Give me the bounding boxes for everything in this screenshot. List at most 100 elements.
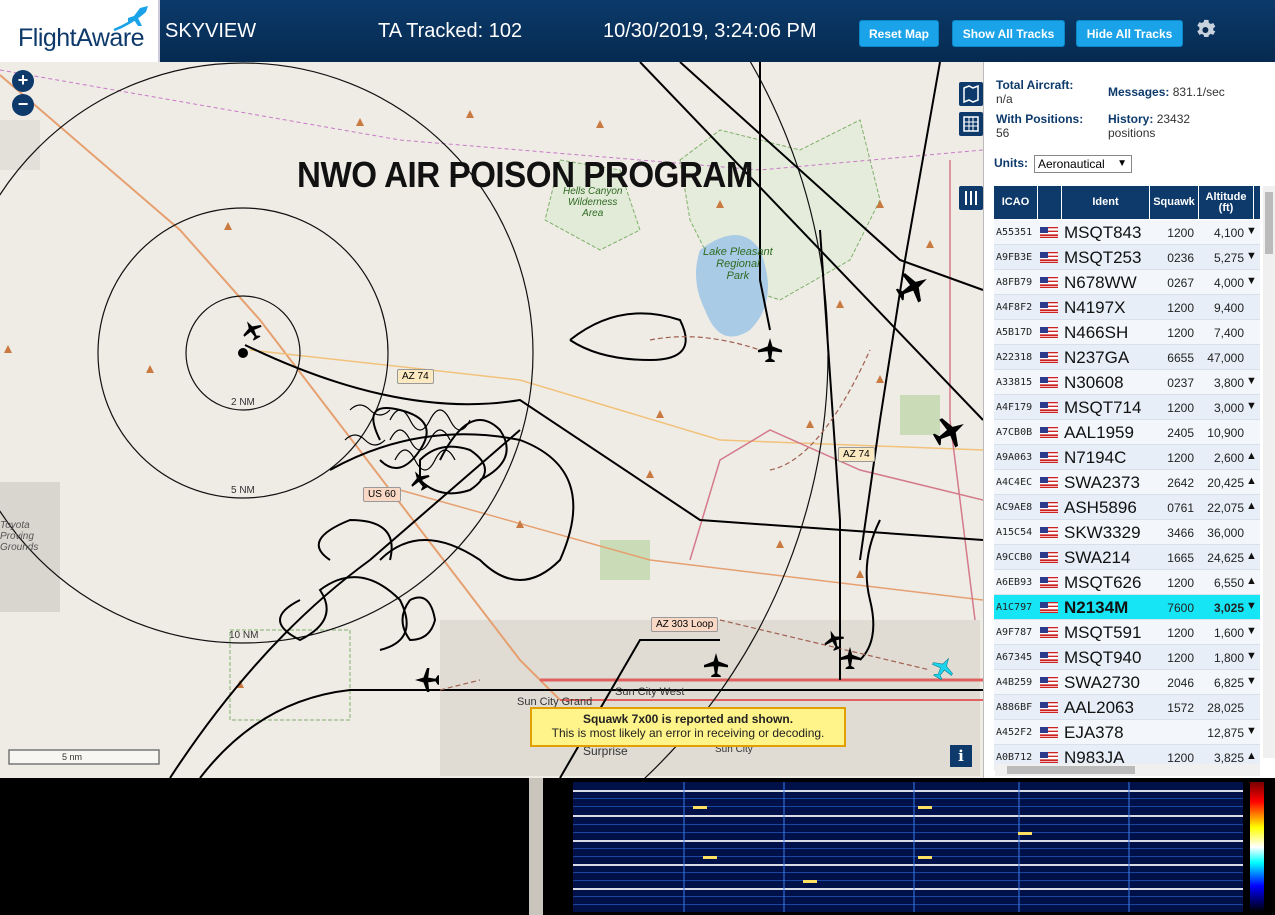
col-icao[interactable]: ICAO: [994, 186, 1038, 219]
place-proving-grounds: Toyota Proving Grounds: [0, 520, 39, 553]
table-row[interactable]: A1C797 N2134M 7600 3,025 ▼: [994, 595, 1260, 620]
map-overlay-title: NWO AIR POISON PROGRAM: [297, 154, 754, 195]
us-flag-icon: [1040, 377, 1058, 388]
table-row[interactable]: A6EB93 MSQT626 1200 6,550 ▲: [994, 570, 1260, 595]
col-ident[interactable]: Ident: [1062, 186, 1150, 219]
table-row[interactable]: A886BF AAL2063 1572 28,025: [994, 695, 1260, 720]
us-flag-icon: [1040, 577, 1058, 588]
ident-cell: AAL2063: [1064, 698, 1134, 717]
squawk-cell: 1200: [1167, 226, 1194, 240]
flightaware-logo[interactable]: FlightAware: [0, 0, 160, 62]
ident-cell: N4197X: [1064, 298, 1126, 317]
ident-cell: SWA2730: [1064, 673, 1140, 692]
table-row[interactable]: A9CCB0 SWA214 1665 24,625 ▲: [994, 545, 1260, 570]
squawk-cell: 1200: [1167, 401, 1194, 415]
warning-title: Squawk 7x00 is reported and shown.: [582, 712, 794, 726]
table-row[interactable]: A4F179 MSQT714 1200 3,000 ▼: [994, 395, 1260, 420]
horizontal-scrollbar[interactable]: [995, 764, 1260, 776]
table-row[interactable]: A22318 N237GA 6655 47,000: [994, 345, 1260, 370]
vertical-scrollbar[interactable]: [1263, 186, 1275, 758]
units-select[interactable]: Aeronautical ▼: [1034, 155, 1132, 173]
altitude-cell: 10,900: [1207, 426, 1244, 440]
trend-cell: ▼: [1246, 225, 1257, 237]
map-layers-icon[interactable]: [959, 82, 983, 106]
ident-cell: N7194C: [1064, 448, 1127, 467]
table-row[interactable]: A7CB0B AAL1959 2405 10,900: [994, 420, 1260, 445]
scrollbar-thumb[interactable]: [1007, 766, 1135, 774]
table-row[interactable]: A67345 MSQT940 1200 1,800 ▼: [994, 645, 1260, 670]
us-flag-icon: [1040, 752, 1058, 763]
map-view[interactable]: NWO AIR POISON PROGRAM 2 NM 5 NM 10 NM H…: [0, 62, 983, 778]
columns-icon[interactable]: [959, 186, 983, 210]
gear-icon[interactable]: [1194, 18, 1218, 42]
ident-cell: MSQT253: [1064, 248, 1142, 267]
altitude-cell: 2,600: [1213, 451, 1244, 465]
table-row[interactable]: A4F8F2 N4197X 1200 9,400: [994, 295, 1260, 320]
units-label: Units:: [994, 156, 1028, 170]
table-row[interactable]: A5B17D N466SH 1200 7,400: [994, 320, 1260, 345]
ident-cell: MSQT591: [1064, 623, 1142, 642]
zoom-out-button[interactable]: −: [12, 94, 34, 116]
icao-cell: A67345: [996, 652, 1033, 663]
app-name: SKYVIEW: [165, 20, 257, 42]
grid-icon[interactable]: [959, 112, 983, 136]
table-row[interactable]: AC9AE8 ASH5896 0761 22,075 ▲: [994, 495, 1260, 520]
col-altitude[interactable]: Altitude (ft): [1199, 186, 1254, 219]
altitude-cell: 4,000: [1213, 276, 1244, 290]
info-button[interactable]: i: [950, 745, 972, 767]
panel-divider[interactable]: [529, 778, 543, 915]
reset-map-button[interactable]: Reset Map: [859, 20, 939, 47]
squawk-cell: 1200: [1167, 451, 1194, 465]
icao-cell: A5B17D: [996, 327, 1033, 338]
road-badge-us60: US 60: [363, 487, 401, 502]
table-row[interactable]: A4B259 SWA2730 2046 6,825 ▼: [994, 670, 1260, 695]
table-row[interactable]: A8FB79 N678WW 0267 4,000 ▼: [994, 270, 1260, 295]
altitude-cell: 1,600: [1213, 626, 1244, 640]
icao-cell: A8FB79: [996, 277, 1033, 288]
current-datetime: 10/30/2019, 3:24:06 PM: [603, 20, 817, 42]
icao-cell: A9A063: [996, 452, 1033, 463]
altitude-cell: 7,400: [1213, 326, 1244, 340]
us-flag-icon: [1040, 452, 1058, 463]
hide-all-tracks-button[interactable]: Hide All Tracks: [1076, 20, 1183, 47]
table-row[interactable]: A15C54 SKW3329 3466 36,000: [994, 520, 1260, 545]
squawk-cell: 1200: [1167, 651, 1194, 665]
altitude-cell: 24,625: [1207, 551, 1244, 565]
col-squawk[interactable]: Squawk: [1150, 186, 1199, 219]
us-flag-icon: [1040, 327, 1058, 338]
squawk-cell: 0761: [1167, 501, 1194, 515]
trend-cell: ▼: [1246, 400, 1257, 412]
scrollbar-thumb[interactable]: [1265, 192, 1273, 254]
ident-cell: SWA214: [1064, 548, 1131, 567]
table-row[interactable]: A9F787 MSQT591 1200 1,600 ▼: [994, 620, 1260, 645]
road-badge-az303: AZ 303 Loop: [651, 617, 719, 632]
altitude-cell: 6,550: [1213, 576, 1244, 590]
squawk-cell: 2405: [1167, 426, 1194, 440]
stat-with-positions: With Positions: 56: [996, 112, 1084, 140]
table-row[interactable]: A9A063 N7194C 1200 2,600 ▲: [994, 445, 1260, 470]
icao-cell: A6EB93: [996, 577, 1033, 588]
range-label-10nm: 10 NM: [229, 630, 259, 641]
squawk-cell: 6655: [1167, 351, 1194, 365]
icao-cell: A9FB3E: [996, 252, 1033, 263]
altitude-cell: 3,025: [1213, 601, 1244, 615]
squawk-cell: 1665: [1167, 551, 1194, 565]
show-all-tracks-button[interactable]: Show All Tracks: [952, 20, 1065, 47]
stat-total-aircraft: Total Aircraft: n/a: [996, 78, 1074, 106]
us-flag-icon: [1040, 602, 1058, 613]
table-row[interactable]: A33815 N30608 0237 3,800 ▼: [994, 370, 1260, 395]
ident-cell: SWA2373: [1064, 473, 1140, 492]
trend-cell: ▲: [1246, 575, 1257, 587]
icao-cell: AC9AE8: [996, 502, 1033, 513]
us-flag-icon: [1040, 477, 1058, 488]
icao-cell: A15C54: [996, 527, 1033, 538]
table-row[interactable]: A55351 MSQT843 1200 4,100 ▼: [994, 220, 1260, 245]
altitude-cell: 20,425: [1207, 476, 1244, 490]
zoom-in-button[interactable]: +: [12, 70, 34, 92]
top-header: FlightAware SKYVIEW TA Tracked: 102 10/3…: [0, 0, 1275, 62]
table-row[interactable]: A452F2 EJA378 12,875 ▼: [994, 720, 1260, 745]
table-row[interactable]: A4C4EC SWA2373 2642 20,425 ▲: [994, 470, 1260, 495]
table-row[interactable]: A9FB3E MSQT253 0236 5,275 ▼: [994, 245, 1260, 270]
altitude-cell: 12,875: [1207, 726, 1244, 740]
altitude-cell: 9,400: [1213, 301, 1244, 315]
